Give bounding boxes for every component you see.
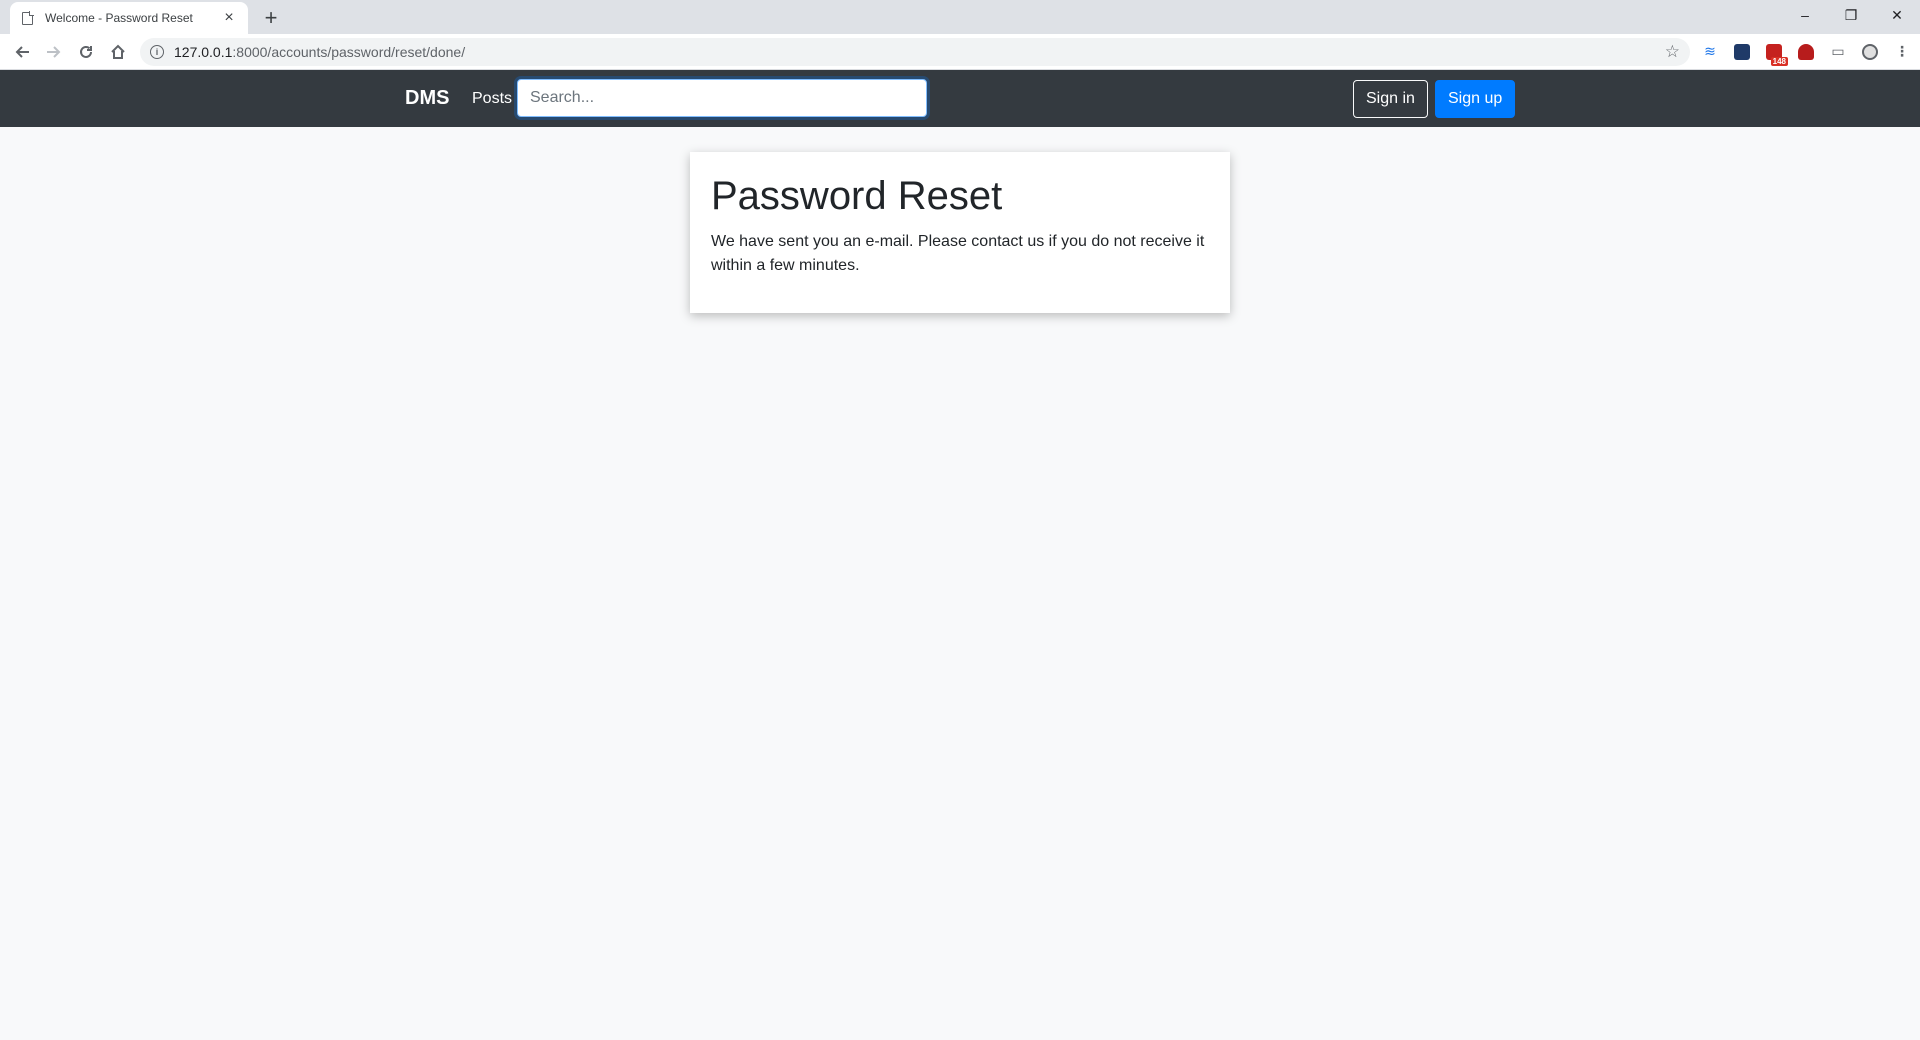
gmail-badge: 148 xyxy=(1770,56,1788,66)
url-path: :8000/accounts/password/reset/done/ xyxy=(232,43,466,60)
restore-button[interactable]: ❐ xyxy=(1828,0,1874,30)
back-icon[interactable] xyxy=(6,36,38,68)
extension-shield-icon[interactable] xyxy=(1730,40,1754,64)
extension-fox-icon[interactable] xyxy=(1794,40,1818,64)
confirmation-message: We have sent you an e-mail. Please conta… xyxy=(711,233,1205,274)
page-title: Password Reset xyxy=(711,174,1003,218)
document-icon xyxy=(22,10,34,25)
browser-tab[interactable]: Welcome - Password Reset × xyxy=(10,2,248,34)
tab-close-button[interactable]: × xyxy=(220,9,238,27)
cast-icon[interactable]: ▭ xyxy=(1826,40,1850,64)
browser-toolbar: i 127.0.0.1:8000/accounts/password/reset… xyxy=(0,34,1920,70)
tab-title: Welcome - Password Reset xyxy=(45,11,193,25)
url-host: 127.0.0.1 xyxy=(174,43,233,60)
home-icon[interactable] xyxy=(102,36,134,68)
extensions-area: ≋ 148 ▭ ⋮ xyxy=(1698,40,1914,66)
window-controls: – ❐ ✕ xyxy=(1782,0,1920,30)
sign-in-button[interactable]: Sign in xyxy=(1353,80,1428,118)
search-input[interactable] xyxy=(517,79,927,117)
profile-avatar-icon[interactable] xyxy=(1858,40,1882,64)
new-tab-button[interactable]: + xyxy=(258,6,284,32)
menu-kebab-icon[interactable]: ⋮ xyxy=(1890,40,1914,64)
extension-stack-icon[interactable]: ≋ xyxy=(1698,40,1722,64)
address-bar[interactable]: i 127.0.0.1:8000/accounts/password/reset… xyxy=(140,37,1690,66)
close-window-button[interactable]: ✕ xyxy=(1874,0,1920,30)
bookmark-star-icon[interactable]: ☆ xyxy=(1665,42,1680,62)
forward-icon[interactable] xyxy=(38,36,70,68)
nav-link-posts[interactable]: Posts xyxy=(472,87,512,111)
minimize-button[interactable]: – xyxy=(1782,0,1828,30)
browser-tabstrip: Welcome - Password Reset × + – ❐ ✕ xyxy=(0,0,1920,34)
reload-icon[interactable] xyxy=(70,36,102,68)
info-icon[interactable]: i xyxy=(150,44,164,59)
password-reset-card: Password Reset We have sent you an e-mai… xyxy=(690,152,1230,313)
site-navbar: DMS Posts Sign in Sign up xyxy=(0,70,1920,127)
sign-up-button[interactable]: Sign up xyxy=(1435,80,1516,118)
gmail-extension-icon[interactable]: 148 xyxy=(1762,40,1788,66)
brand-logo[interactable]: DMS xyxy=(405,84,449,112)
